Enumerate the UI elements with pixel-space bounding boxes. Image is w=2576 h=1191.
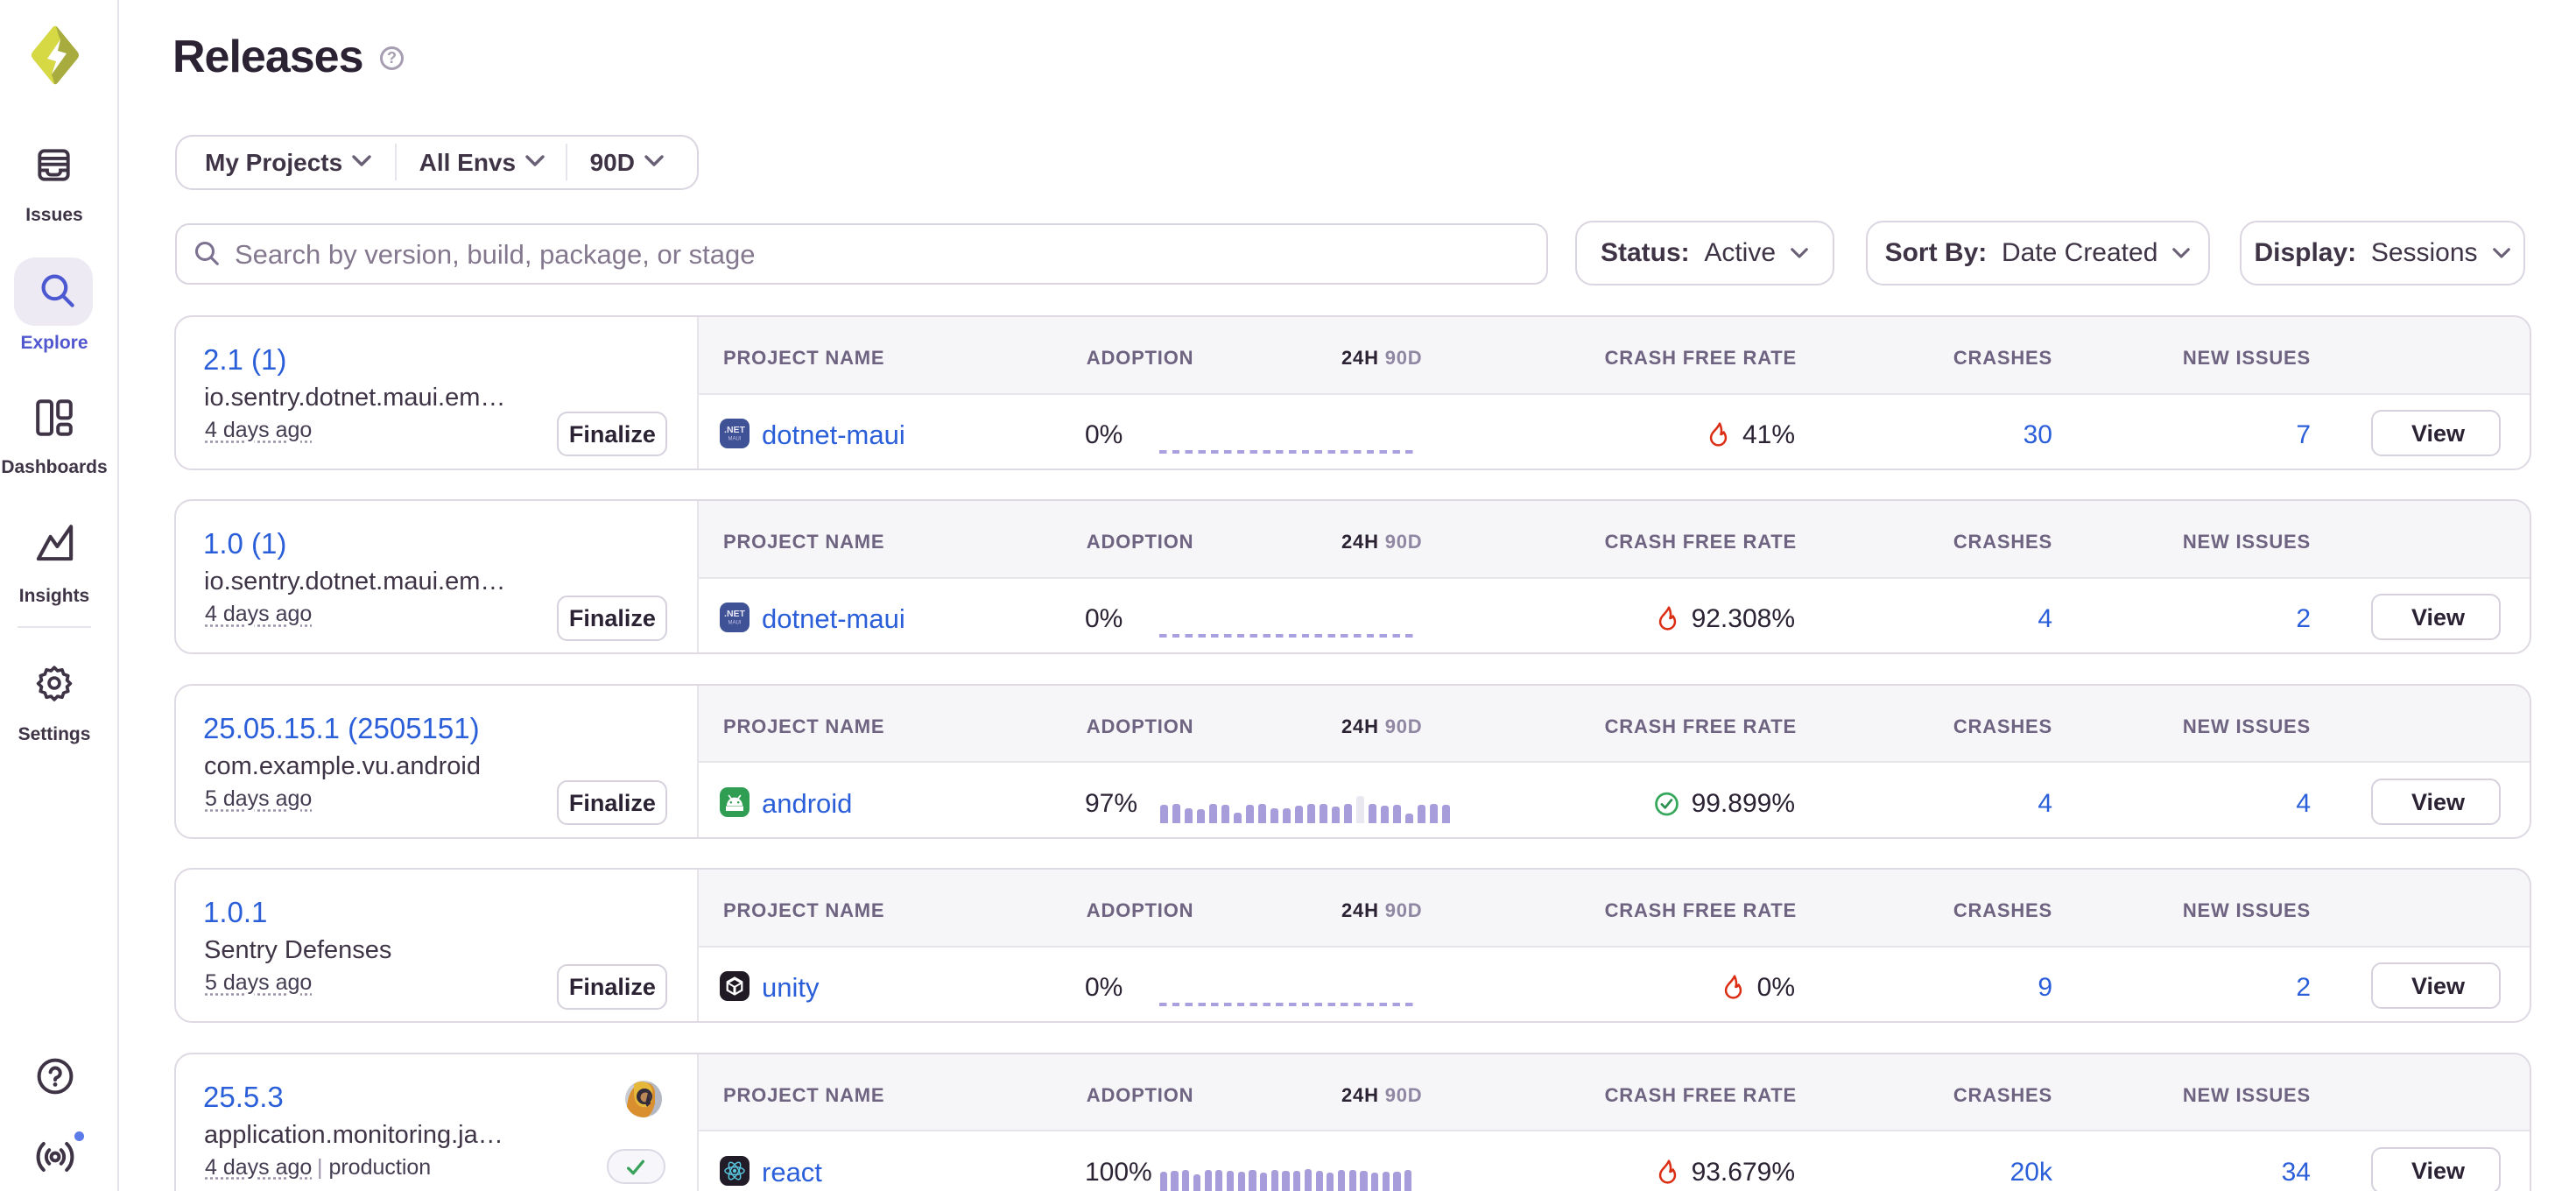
svg-text:.NET: .NET xyxy=(724,609,746,619)
svg-text:MAUI: MAUI xyxy=(728,621,742,626)
svg-text:MAUI: MAUI xyxy=(728,437,742,442)
svg-text:.NET: .NET xyxy=(724,425,746,435)
